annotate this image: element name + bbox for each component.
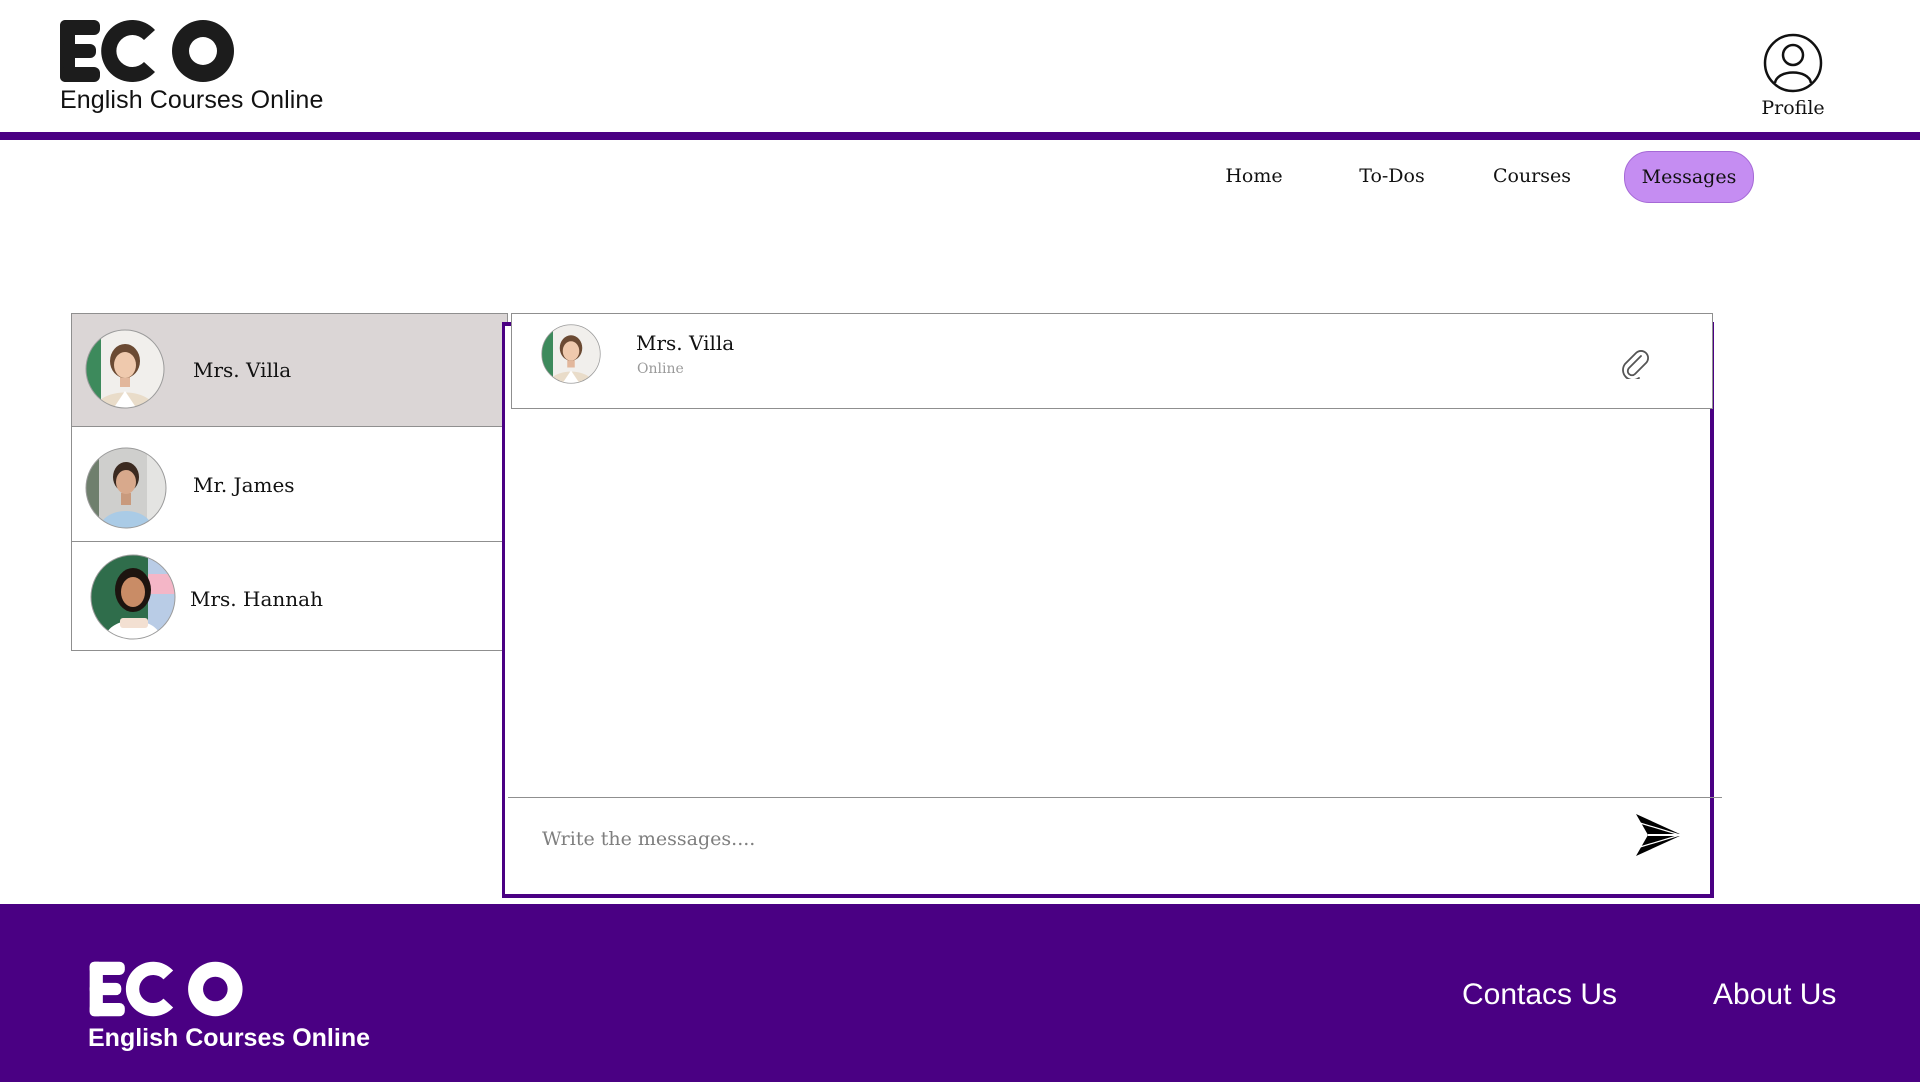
profile-label: Profile xyxy=(1761,97,1825,119)
contact-name: Mr. James xyxy=(193,473,295,497)
nav-home[interactable]: Home xyxy=(1190,151,1318,201)
footer-tagline: English Courses Online xyxy=(88,1024,370,1052)
chat-header-avatar xyxy=(541,324,601,384)
contact-item-mr-james[interactable]: Mr. James xyxy=(72,427,507,542)
brand-tagline: English Courses Online xyxy=(60,86,324,114)
nav-todos[interactable]: To-Dos xyxy=(1328,151,1456,201)
message-input[interactable] xyxy=(540,818,1604,860)
footer-logo[interactable]: English Courses Online xyxy=(88,960,370,1053)
chat-contact-name: Mrs. Villa xyxy=(636,331,735,355)
profile-button[interactable]: Profile xyxy=(1755,33,1831,119)
chat-header: Mrs. Villa Online xyxy=(511,313,1713,409)
nav-courses[interactable]: Courses xyxy=(1468,151,1596,201)
contact-item-mrs-hannah[interactable]: Mrs. Hannah xyxy=(72,542,507,651)
chat-contact-status: Online xyxy=(637,361,684,377)
paperclip-icon[interactable] xyxy=(1619,347,1649,379)
footer-about-link[interactable]: About Us xyxy=(1713,978,1836,1012)
contact-list: Mrs. Villa Mr. James Mrs. Hannah xyxy=(71,313,508,651)
header-divider xyxy=(0,132,1920,140)
contact-item-mrs-villa[interactable]: Mrs. Villa xyxy=(72,314,507,427)
brand-logo[interactable]: English Courses Online xyxy=(60,18,324,115)
avatar-mrs-hannah xyxy=(90,554,176,640)
avatar-mrs-villa xyxy=(85,329,165,409)
send-icon[interactable] xyxy=(1634,810,1684,860)
footer: English Courses Online Contacs Us About … xyxy=(0,904,1920,1082)
composer-divider xyxy=(508,797,1722,798)
footer-contact-link[interactable]: Contacs Us xyxy=(1462,978,1617,1012)
nav-messages[interactable]: Messages xyxy=(1624,151,1754,203)
eco-logo-mark xyxy=(60,20,234,82)
contact-name: Mrs. Hannah xyxy=(190,587,323,611)
avatar-mr-james xyxy=(85,447,167,529)
eco-logo-mark xyxy=(89,961,243,1017)
user-circle-icon xyxy=(1763,33,1823,93)
contact-name: Mrs. Villa xyxy=(193,358,292,382)
